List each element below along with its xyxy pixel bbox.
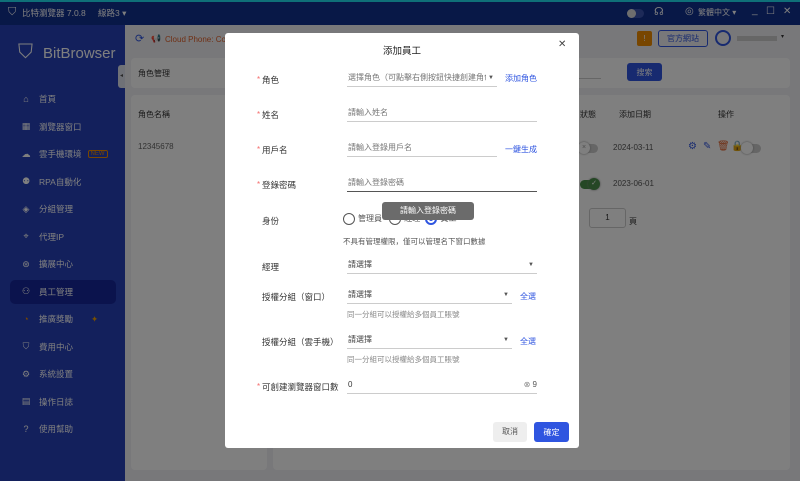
password-input[interactable]: 請輸入登錄密碼 (347, 174, 537, 192)
group-window-hint: 同一分組可以授權給多個員工賬號 (347, 310, 460, 319)
select-all-window-link[interactable]: 全選 (520, 291, 536, 302)
identity-hint: 不具有管理權限，僅可以管理名下窗口數據 (343, 237, 486, 246)
window-count-value: 0 (348, 380, 353, 389)
clear-icon[interactable]: ⊗ (524, 380, 531, 389)
add-role-link[interactable]: 添加角色 (505, 73, 537, 84)
chevron-down-icon: ▼ (528, 261, 534, 268)
chevron-down-icon: ▼ (503, 291, 509, 298)
group-window-select[interactable]: 請選擇 ▼ (347, 286, 512, 304)
username-input[interactable]: 請輸入登錄用戶名 (347, 139, 497, 157)
name-label: 姓名 (257, 109, 279, 121)
radio-label: 管理員 (358, 214, 382, 224)
group-window-label: 授權分組（窗口） (262, 292, 331, 302)
password-tooltip: 請輸入登錄密碼 (382, 202, 474, 220)
group-phone-hint: 同一分組可以授權給多個員工賬號 (347, 355, 460, 364)
chevron-down-icon: ▼ (488, 74, 494, 81)
username-label: 用戶名 (257, 144, 287, 156)
chevron-down-icon: ▼ (503, 336, 509, 343)
window-count-counter: 9 (532, 380, 537, 389)
generate-link[interactable]: 一鍵生成 (505, 144, 537, 155)
role-placeholder: 選擇角色（可點擊右側按鈕快捷創建角色 (348, 73, 486, 82)
manager-label: 經理 (262, 262, 280, 272)
username-placeholder: 請輸入登錄用戶名 (348, 143, 412, 152)
cancel-button[interactable]: 取消 (493, 422, 527, 442)
window-count-label: 可創建瀏覽器窗口數 (257, 381, 338, 393)
confirm-button[interactable]: 確定 (534, 422, 569, 442)
name-placeholder: 請輸入姓名 (348, 108, 388, 117)
role-select[interactable]: 選擇角色（可點擊右側按鈕快捷創建角色 ▼ (347, 69, 497, 87)
password-placeholder: 請輸入登錄密碼 (348, 178, 404, 187)
add-staff-dialog: 添加員工 ✕ 角色 選擇角色（可點擊右側按鈕快捷創建角色▼ 添加角色 姓名 請輸… (225, 33, 579, 448)
select-all-phone-link[interactable]: 全選 (520, 336, 536, 347)
window-count-input[interactable]: 0 ⊗ 9 (347, 376, 537, 394)
manager-placeholder: 請選擇 (348, 260, 372, 269)
group-phone-select[interactable]: 請選擇 ▼ (347, 331, 512, 349)
group-phone-label: 授權分組（雲手機） (262, 337, 339, 347)
password-label: 登錄密碼 (257, 179, 296, 191)
name-input[interactable]: 請輸入姓名 (347, 104, 537, 122)
window-count-suffix: ⊗ 9 (524, 380, 537, 389)
role-label: 角色 (257, 74, 279, 86)
radio-admin[interactable]: 管理員 (343, 213, 382, 225)
dialog-title: 添加員工 (382, 46, 421, 57)
group-phone-placeholder: 請選擇 (348, 335, 372, 344)
group-window-placeholder: 請選擇 (348, 290, 372, 299)
identity-label: 身份 (262, 216, 280, 226)
close-dialog-button[interactable]: ✕ (558, 39, 566, 50)
manager-select[interactable]: 請選擇 ▼ (347, 256, 537, 274)
